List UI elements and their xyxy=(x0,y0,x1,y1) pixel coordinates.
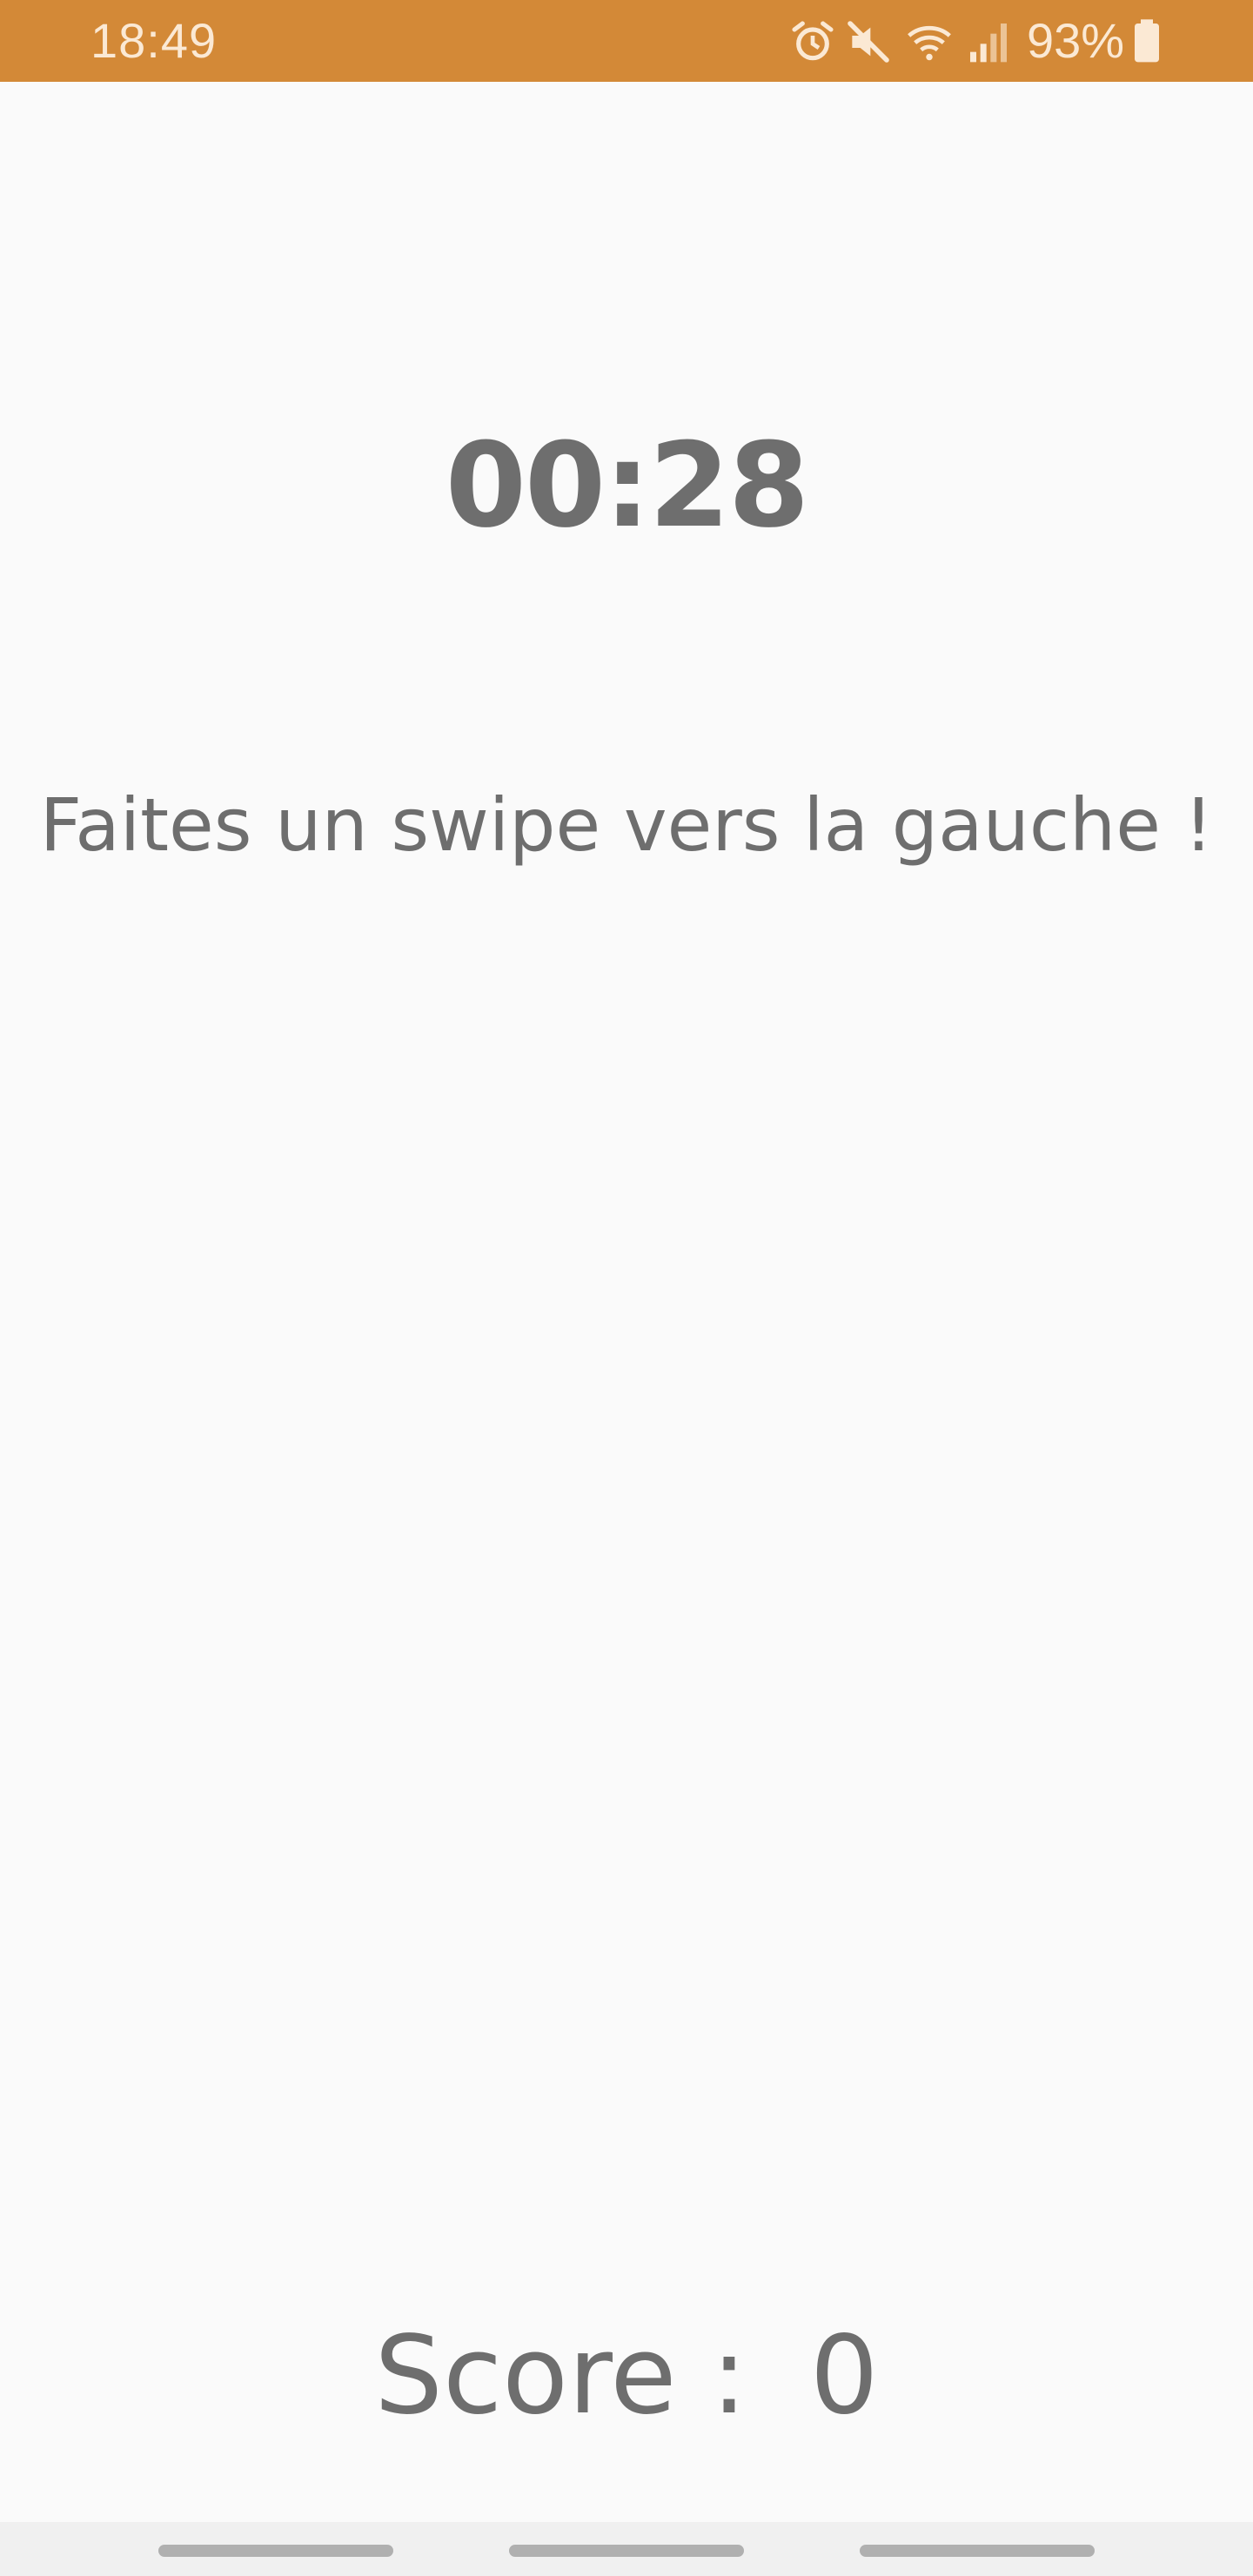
nav-back-button[interactable] xyxy=(860,2545,1095,2557)
navigation-bar xyxy=(0,2522,1253,2576)
instruction-text: Faites un swipe vers la gauche ! xyxy=(39,782,1214,868)
nav-recent-button[interactable] xyxy=(158,2545,393,2557)
battery-percent: 93% xyxy=(1027,13,1125,68)
wifi-icon xyxy=(908,25,951,61)
status-time: 18:49 xyxy=(90,13,218,68)
countdown-timer: 00:28 xyxy=(445,418,810,553)
alarm-icon xyxy=(792,21,834,61)
app-screen[interactable]: 18:49 93% 00:28 Faites un swipe vers la … xyxy=(0,0,1253,2576)
score-value: 0 xyxy=(809,2313,879,2438)
status-bar: 18:49 93% xyxy=(0,0,1253,82)
score-label: Score : xyxy=(374,2313,747,2438)
nav-home-button[interactable] xyxy=(509,2545,744,2557)
signal-icon xyxy=(970,23,1007,63)
mute-icon xyxy=(848,21,889,63)
score-display: Score : 0 xyxy=(0,2306,1253,2445)
battery-icon xyxy=(1135,19,1159,63)
